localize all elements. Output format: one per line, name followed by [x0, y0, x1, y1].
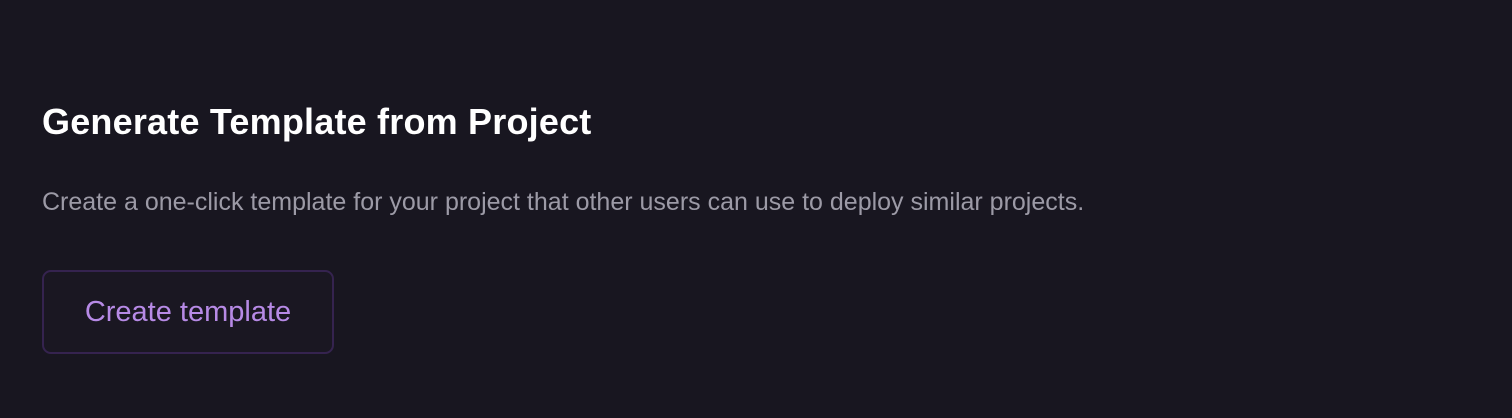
- section-title: Generate Template from Project: [42, 101, 592, 142]
- template-section: Generate Template from Project Create a …: [0, 0, 1512, 418]
- create-template-button[interactable]: Create template: [42, 270, 334, 354]
- section-description: Create a one-click template for your pro…: [42, 188, 1085, 216]
